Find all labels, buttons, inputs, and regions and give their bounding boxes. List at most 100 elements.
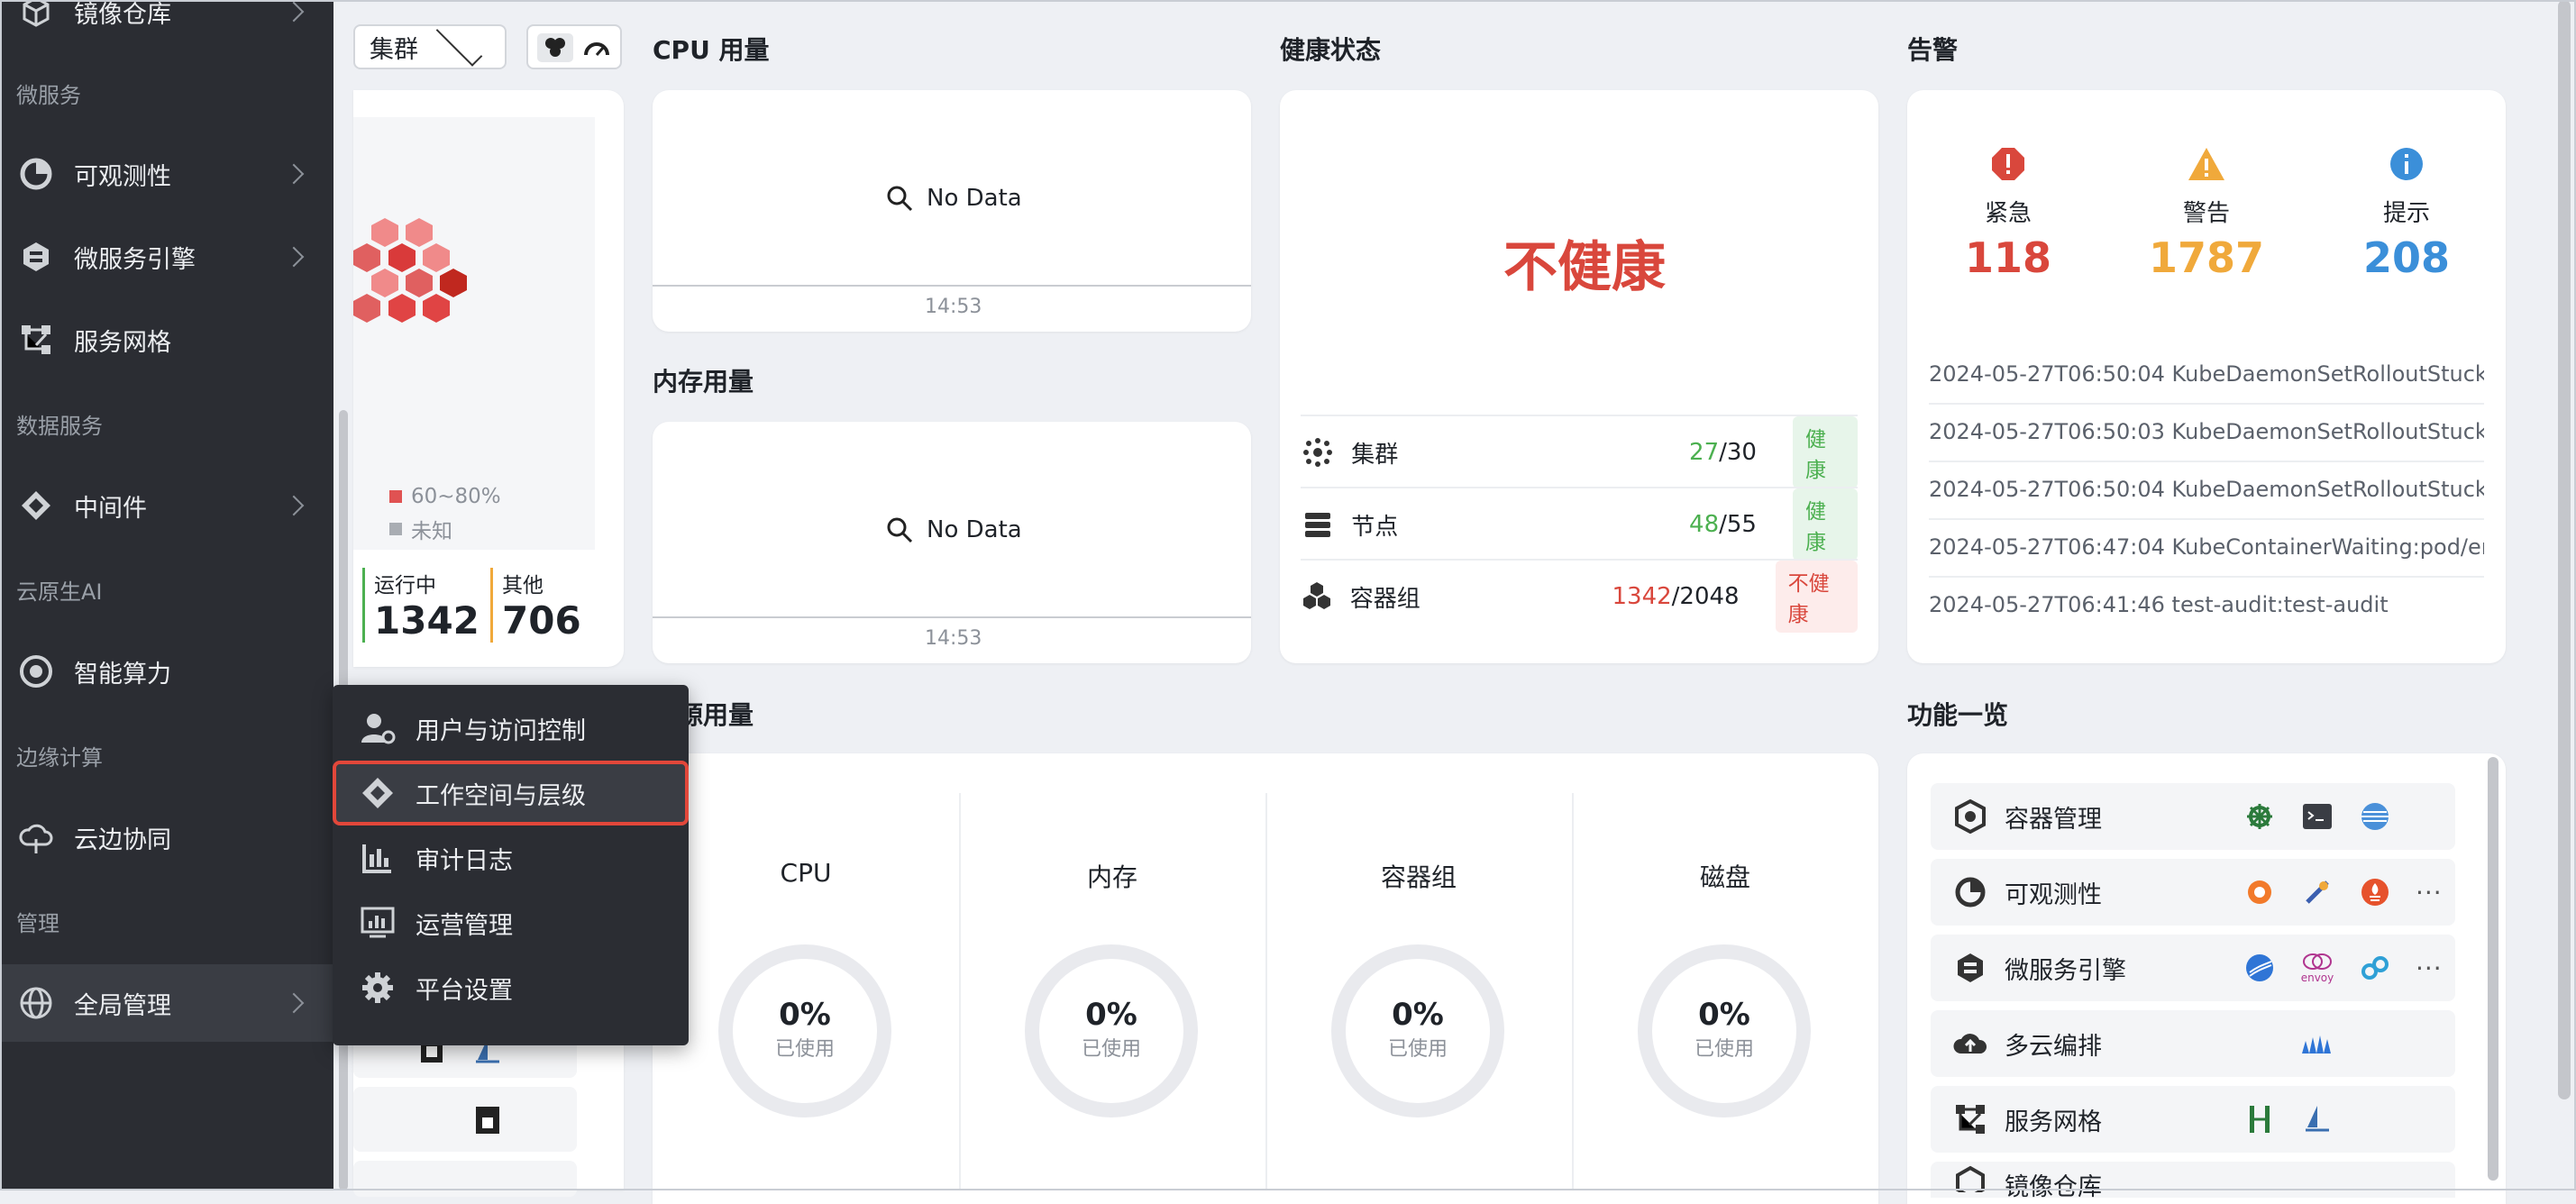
alert-entry[interactable]: 2024-05-27T06:47:04 KubeContainerWaiting…	[1929, 518, 2484, 578]
feature-label: 镜像仓库	[2005, 1173, 2102, 1201]
feature-row-service-mesh[interactable]: 服务网格	[1931, 1086, 2455, 1153]
resource-name: 内存	[1086, 862, 1137, 892]
prometheus-app-icon[interactable]	[2358, 875, 2392, 909]
multicloud-icon	[1950, 1028, 1990, 1059]
running-stat: 运行中 1342	[362, 568, 480, 643]
container-management-icon	[1950, 799, 1990, 834]
microservice-engine-icon	[1950, 951, 1990, 985]
list-item[interactable]	[353, 1161, 577, 1197]
chevron-right-icon	[283, 495, 305, 516]
usage-ring-text: 0% 已使用	[718, 997, 891, 1062]
usage-ring-text: 0% 已使用	[1331, 997, 1504, 1062]
middleware-icon	[16, 486, 56, 525]
feature-row-multicloud[interactable]: 多云编排	[1931, 1010, 2455, 1077]
linkerd-app-icon[interactable]	[2243, 1102, 2277, 1136]
health-row-pod[interactable]: 容器组 1342/2048 不健康	[1301, 559, 1858, 633]
legend-item: 未知	[389, 514, 452, 544]
sidebar-item-cloud-edge[interactable]: 云边协同	[0, 798, 333, 876]
resource-cpu: CPU	[653, 858, 959, 888]
feature-apps: envoy ···	[2243, 951, 2443, 985]
alert-level-critical[interactable]: 紧急 118	[1945, 146, 2071, 282]
healthy-count: 27	[1689, 439, 1720, 466]
healthy-count: 1342	[1612, 583, 1672, 610]
usage-sublabel: 已使用	[1694, 1038, 1754, 1061]
alert-entry[interactable]: 2024-05-27T06:41:46 test-audit:test-audi…	[1929, 576, 2484, 634]
sidebar-item-ai-compute[interactable]: 智能算力	[0, 633, 333, 710]
workspace-icon	[358, 773, 397, 813]
global-management-submenu: 用户与访问控制 工作空间与层级 审计日志 运营管理 平台设置	[333, 685, 689, 1045]
menu-item-workspace[interactable]: 工作空间与层级	[333, 761, 689, 825]
more-apps-button[interactable]: ···	[2416, 953, 2443, 983]
legend-item: 60~80%	[389, 485, 501, 508]
usage-percent: 0%	[1392, 997, 1444, 1033]
resource-pods: 容器组	[1265, 858, 1572, 894]
feature-row-container-management[interactable]: 容器管理	[1931, 783, 2455, 850]
alert-entry[interactable]: 2024-05-27T06:50:04 KubeDaemonSetRollout…	[1929, 461, 2484, 520]
menu-item-audit-log[interactable]: 审计日志	[333, 825, 689, 890]
menu-item-operations[interactable]: 运营管理	[333, 890, 689, 955]
menu-item-label: 用户与访问控制	[416, 716, 586, 745]
nacos-app-icon[interactable]	[2243, 951, 2277, 985]
memory-usage-card: No Data 14:53	[653, 422, 1251, 663]
more-apps-button[interactable]: ···	[2416, 878, 2443, 908]
app-icon	[474, 1105, 501, 1139]
link-app-icon[interactable]	[2358, 951, 2392, 985]
alert-level-count: 118	[1964, 233, 2052, 282]
x-axis	[653, 285, 1251, 287]
node-server-icon	[1301, 508, 1335, 541]
list-item[interactable]	[353, 1087, 577, 1152]
alert-level-info[interactable]: 提示 208	[2343, 146, 2470, 282]
health-status: 不健康	[1503, 236, 1666, 299]
sidebar-item-microservice-engine[interactable]: 微服务引擎	[0, 218, 333, 296]
cpu-usage-card: No Data 14:53	[653, 90, 1251, 332]
helm-app-icon[interactable]	[2243, 799, 2277, 834]
sidebar-item-label: 云边协同	[74, 825, 171, 854]
grafana-app-icon[interactable]	[2243, 875, 2277, 909]
view-toggle[interactable]	[526, 24, 622, 69]
sidebar-item-observability[interactable]: 可观测性	[0, 135, 333, 213]
sidebar-item-middleware[interactable]: 中间件	[0, 467, 333, 544]
sidebar-group-cloud-native-ai: 云原生AI	[16, 579, 103, 605]
legend-swatch	[389, 523, 402, 535]
hexagon-view-icon[interactable]	[537, 33, 573, 62]
feature-row-registry[interactable]: 镜像仓库	[1931, 1162, 2455, 1201]
sidebar-item-label: 微服务引擎	[74, 245, 196, 274]
divider	[1265, 793, 1267, 1190]
sidebar-item-global-management[interactable]: 全局管理	[0, 964, 333, 1042]
karmada-app-icon[interactable]	[2300, 1026, 2334, 1061]
health-row-cluster[interactable]: 集群 27/30 健康	[1301, 415, 1858, 488]
terminal-app-icon[interactable]	[2300, 799, 2334, 834]
registry-icon	[1950, 1165, 1990, 1192]
running-value: 1342	[374, 598, 480, 643]
feature-row-microservice-engine[interactable]: 微服务引擎 envoy ···	[1931, 935, 2455, 1001]
gauge-view-icon[interactable]	[579, 33, 615, 62]
alert-entry[interactable]: 2024-05-27T06:50:04 KubeDaemonSetRollout…	[1929, 345, 2484, 405]
envoy-app-icon[interactable]: envoy	[2300, 951, 2334, 985]
menu-item-user-access[interactable]: 用户与访问控制	[333, 696, 689, 761]
alert-level-warning[interactable]: 警告 1787	[2143, 146, 2270, 282]
alert-entry[interactable]: 2024-05-27T06:50:03 KubeDaemonSetRollout…	[1929, 403, 2484, 462]
istio-sail-icon[interactable]	[2300, 1102, 2334, 1136]
globe-app-icon[interactable]	[2358, 799, 2392, 834]
no-data: No Data	[885, 184, 1022, 213]
cluster-select[interactable]: 集群	[353, 20, 507, 69]
feature-row-observability[interactable]: 可观测性 ···	[1931, 859, 2455, 926]
resource-disk: 磁盘	[1572, 858, 1878, 894]
resource-name: CPU	[780, 858, 832, 888]
usage-sublabel: 已使用	[1387, 1038, 1448, 1061]
total-count: /2048	[1671, 583, 1740, 610]
sidebar-item-registry[interactable]: 镜像仓库	[0, 0, 333, 50]
sidebar-item-service-mesh[interactable]: 服务网格	[0, 301, 333, 379]
menu-item-platform-settings[interactable]: 平台设置	[333, 955, 689, 1020]
health-row-node[interactable]: 节点 48/55 健康	[1301, 487, 1858, 561]
menu-item-label: 工作空间与层级	[416, 781, 586, 810]
alert-level-count: 1787	[2148, 233, 2265, 282]
chevron-right-icon	[283, 246, 305, 268]
features-title: 功能一览	[1907, 700, 2009, 730]
feature-apps	[2243, 1102, 2334, 1136]
audit-log-icon	[358, 838, 397, 878]
page-scrollbar[interactable]	[2558, 0, 2571, 1099]
jaeger-app-icon[interactable]	[2300, 875, 2334, 909]
features-scrollbar[interactable]	[2488, 757, 2498, 1181]
chevron-right-icon	[283, 163, 305, 185]
